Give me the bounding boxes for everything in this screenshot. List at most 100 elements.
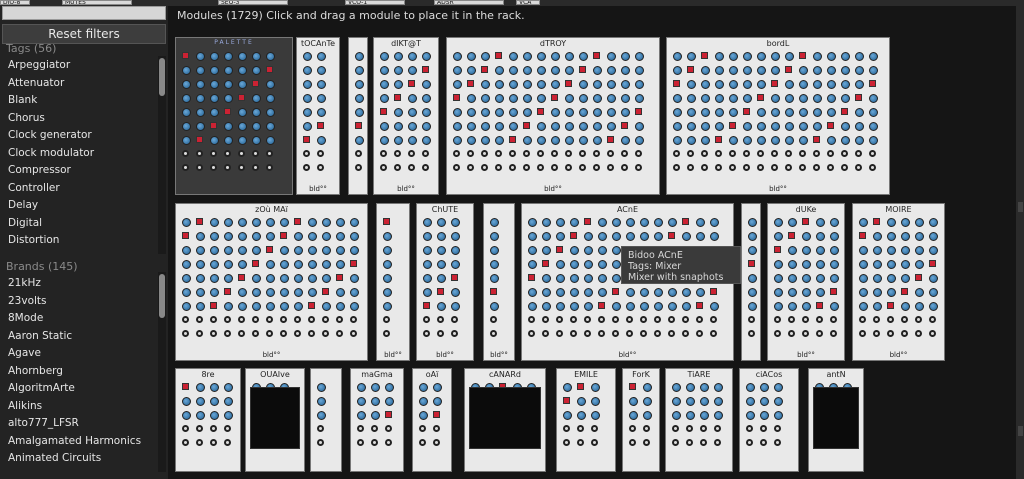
knob [869,52,878,61]
module-card[interactable]: ChUTE bld°° [416,203,474,361]
jack-socket [563,439,570,446]
tag-item[interactable]: Delay [0,197,158,215]
knob [336,232,345,241]
jack-socket [813,164,820,171]
knob [280,246,289,255]
module-card[interactable]: maGma [350,368,404,472]
module-card[interactable]: dIKT@T bld°° [373,37,439,195]
module-card[interactable]: OUAIve [245,368,305,472]
knob [915,218,924,227]
jack-socket [394,164,401,171]
panel-button [887,302,894,309]
module-card[interactable]: 8re [175,368,241,472]
knob [710,302,719,311]
module-card[interactable]: bld°° [376,203,410,361]
module-card[interactable]: zOù MAï bld°° [175,203,368,361]
module-card[interactable]: ForK [622,368,660,472]
module-card[interactable]: MOIRE bld°° [852,203,945,361]
jack-socket [701,164,708,171]
tags-scrollbar[interactable] [158,56,166,254]
brand-item[interactable]: Agave [0,345,158,363]
brand-item[interactable]: 23volts [0,293,158,311]
panel-button [294,218,301,225]
knob [551,80,560,89]
jack-socket [453,150,460,157]
tag-item[interactable]: Attenuator [0,75,158,93]
tag-item[interactable]: Digital [0,215,158,233]
brand-item[interactable]: Animated Circuits [0,450,158,468]
module-card[interactable]: ciACos [739,368,799,472]
module-card[interactable]: tOCAnTe bld°° [296,37,340,195]
knob [210,52,219,61]
tag-item[interactable]: Clock generator [0,127,158,145]
module-card[interactable]: dUKe bld°° [767,203,845,361]
search-input[interactable] [2,6,166,20]
brand-item[interactable]: Aaron Static [0,328,158,346]
module-card[interactable] [741,203,761,361]
panel-button [252,260,259,267]
knob [252,52,261,61]
tag-item[interactable]: Clock modulator [0,145,158,163]
module-card[interactable] [348,37,368,195]
module-card[interactable]: EMILE [556,368,616,472]
panel-button [523,122,530,129]
knob [196,122,205,131]
knob [743,52,752,61]
module-card[interactable]: antN [808,368,864,472]
knob [682,302,691,311]
knob [788,218,797,227]
knob [308,232,317,241]
brand-item[interactable]: Alikins [0,398,158,416]
brands-scrollbar[interactable] [158,272,166,472]
brand-item[interactable]: alto777_LFSR [0,415,158,433]
brand-item[interactable]: 8Mode [0,310,158,328]
knob [802,274,811,283]
module-panel-controls [180,381,236,460]
module-card[interactable]: TiARE [665,368,733,472]
knob [357,411,366,420]
panel-button [598,302,605,309]
module-title: oAï [425,370,439,379]
tag-item[interactable]: Controller [0,180,158,198]
brands-scroll-thumb[interactable] [159,274,165,318]
tag-item[interactable]: Arpeggiator [0,57,158,75]
brand-item[interactable]: AlgoritmArte [0,380,158,398]
knob [380,52,389,61]
knob [799,108,808,117]
knob [887,260,896,269]
module-card[interactable]: bld°° [483,203,515,361]
knob [687,52,696,61]
jack-socket [607,150,614,157]
module-panel-controls [857,216,940,349]
tag-item[interactable]: Compressor [0,162,158,180]
tag-item[interactable]: Distortion [0,232,158,250]
knob [437,246,446,255]
brand-item[interactable]: 21kHz [0,275,158,293]
module-card[interactable] [310,368,342,472]
jack-socket [224,439,231,446]
module-card[interactable]: cANARd [464,368,546,472]
module-card[interactable]: oAï [412,368,452,472]
module-display [469,387,541,449]
module-card[interactable]: PALETTE [175,37,293,195]
brand-item[interactable]: Amalgamated Harmonics [0,433,158,451]
tags-scroll-thumb[interactable] [159,58,165,96]
brand-item[interactable]: Ahornberg [0,363,158,381]
jack-socket [607,164,614,171]
knob [746,411,755,420]
module-card[interactable]: dTROY bld°° [446,37,660,195]
tag-item[interactable]: Blank [0,92,158,110]
knob [598,274,607,283]
tag-item[interactable]: Chorus [0,110,158,128]
knob [481,136,490,145]
knob [816,232,825,241]
panel-button [308,302,315,309]
knob [224,411,233,420]
panel-button [528,274,535,281]
knob [523,66,532,75]
jack-socket [757,150,764,157]
jack-socket [760,439,767,446]
knob [929,302,938,311]
knob [542,302,551,311]
module-card[interactable]: bordL bld°° [666,37,890,195]
